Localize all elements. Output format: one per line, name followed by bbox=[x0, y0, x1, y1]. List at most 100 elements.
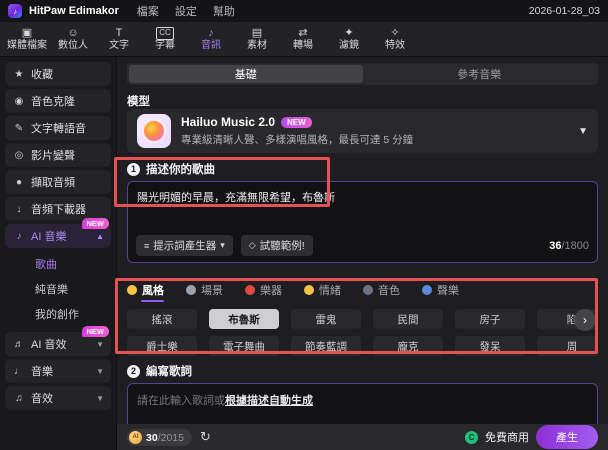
toolbar-digital-human[interactable]: ☺ 數位人 bbox=[52, 22, 94, 56]
toolbar-text[interactable]: T 文字 bbox=[98, 22, 140, 56]
sidebar-item-music[interactable]: ♩ 音樂 ▼ bbox=[5, 359, 111, 383]
step-2-badge: 2 bbox=[127, 364, 140, 378]
tag-blues-selected[interactable]: 布魯斯 bbox=[209, 309, 279, 329]
toolbar-subtitles[interactable]: CC 字幕 bbox=[144, 22, 186, 56]
sidebar-item-favorites[interactable]: ★ 收藏 bbox=[5, 62, 111, 86]
generate-button[interactable]: 產生 bbox=[536, 425, 598, 449]
app-logo-icon: ♪ bbox=[8, 4, 22, 18]
prompt-generator-button[interactable]: ≡ 提示詞產生器 ▾ bbox=[136, 235, 233, 256]
sidebar-item-ai-sfx[interactable]: ♬ AI 音效 ▼ NEW bbox=[5, 326, 111, 356]
tag-tab-emotion[interactable]: 情緒 bbox=[304, 282, 341, 300]
credits-total: /2015 bbox=[157, 432, 184, 444]
toolbar-effects[interactable]: ✧ 特效 bbox=[374, 22, 416, 56]
menu-settings[interactable]: 設定 bbox=[175, 3, 197, 19]
describe-title: 描述你的歌曲 bbox=[146, 164, 215, 176]
lyrics-section-header: 2 編寫歌詞 bbox=[127, 363, 192, 379]
elements-icon: ▤ bbox=[251, 27, 263, 39]
chevron-down-icon: ▼ bbox=[96, 366, 104, 376]
toolbar-filters[interactable]: ✦ 濾鏡 bbox=[328, 22, 370, 56]
tag-tab-style[interactable]: 風格 bbox=[127, 282, 164, 302]
tag-house[interactable]: 房子 bbox=[455, 309, 525, 329]
tag-rnb[interactable]: 節奏藍調 bbox=[291, 336, 361, 356]
tag-category-tabs: 風格 場景 樂器 情緒 音色 聲樂 bbox=[127, 281, 598, 302]
tag-jazz[interactable]: 爵士樂 bbox=[127, 336, 197, 356]
sidebar-item-ai-music[interactable]: ♪ AI 音樂 ▲ NEW bbox=[5, 218, 111, 248]
chevron-down-icon: ▼ bbox=[96, 393, 104, 403]
filter-icon: ✦ bbox=[344, 27, 354, 39]
char-counter: 36/1800 bbox=[549, 239, 589, 252]
commercial-use-icon: C bbox=[465, 430, 478, 444]
step-1-badge: 1 bbox=[127, 162, 140, 176]
timbre-icon bbox=[363, 285, 373, 295]
vocal-icon bbox=[422, 285, 432, 295]
ai-music-panel: 基礎 參考音樂 模型 Hailuo Music 2.0 NEW 專業級清晰人聲、… bbox=[117, 57, 608, 450]
tag-daze[interactable]: 發呆 bbox=[455, 336, 525, 356]
sfx-icon: ♫ bbox=[15, 392, 23, 404]
toolbar-audio[interactable]: ♪ 音訊 bbox=[190, 22, 232, 56]
bell-icon bbox=[127, 285, 137, 295]
main-toolbar: ▣ 媒體檔案 ☺ 數位人 T 文字 CC 字幕 ♪ 音訊 ▤ 素材 ⇄ 轉場 ✦… bbox=[0, 22, 608, 57]
sidebar-item-video-voice-changer[interactable]: ◎ 影片變聲 bbox=[5, 143, 111, 167]
sidebar-item-voice-clone[interactable]: ◉ 音色克隆 bbox=[5, 89, 111, 113]
ai-coin-icon: AI bbox=[129, 430, 142, 444]
tab-basic[interactable]: 基礎 bbox=[129, 65, 363, 83]
credits-remaining: 30 bbox=[146, 432, 158, 444]
tag-reggae[interactable]: 雷鬼 bbox=[291, 309, 361, 329]
tag-tab-instrument[interactable]: 樂器 bbox=[245, 282, 282, 300]
subtitle-icon: CC bbox=[156, 27, 174, 40]
model-description: 專業級清晰人聲、多樣演唱風格，最長可達 5 分鐘 bbox=[181, 134, 414, 146]
tags-scroll-right-button[interactable]: › bbox=[574, 309, 596, 331]
download-icon: ↓ bbox=[16, 203, 22, 215]
menu-file[interactable]: 檔案 bbox=[137, 3, 159, 19]
tag-folk[interactable]: 民間 bbox=[373, 309, 443, 329]
sidebar-item-sfx[interactable]: ♫ 音效 ▼ bbox=[5, 386, 111, 410]
tag-rock[interactable]: 搖滾 bbox=[127, 309, 197, 329]
tag-partial[interactable]: 周 bbox=[537, 336, 598, 356]
credits-pill[interactable]: AI 30/2015 bbox=[127, 428, 192, 446]
lyrics-title: 編寫歌詞 bbox=[146, 366, 192, 378]
model-section-label: 模型 bbox=[127, 96, 150, 108]
text-to-speech-icon: ✎ bbox=[14, 122, 24, 134]
tag-punk[interactable]: 龐克 bbox=[373, 336, 443, 356]
sidebar-item-text-to-speech[interactable]: ✎ 文字轉語音 bbox=[5, 116, 111, 140]
audio-icon: ♪ bbox=[208, 27, 214, 39]
tag-tab-scene[interactable]: 場景 bbox=[186, 282, 223, 300]
collapse-icon: ▲ bbox=[96, 231, 104, 241]
refresh-icon[interactable]: ↻ bbox=[200, 429, 211, 445]
media-icon: ▣ bbox=[21, 27, 33, 39]
song-description-text: 陽光明媚的早晨，充滿無限希望，布魯斯 bbox=[137, 192, 335, 204]
chevron-down-icon: ▼ bbox=[96, 339, 104, 349]
tab-reference-music[interactable]: 參考音樂 bbox=[363, 65, 597, 83]
tag-tab-timbre[interactable]: 音色 bbox=[363, 282, 400, 300]
clapper-icon bbox=[186, 285, 196, 295]
transition-icon: ⇄ bbox=[298, 27, 308, 39]
sidebar-subitem-my-creations[interactable]: 我的創作 bbox=[5, 301, 111, 326]
tag-edm[interactable]: 電子舞曲 bbox=[209, 336, 279, 356]
tag-tab-vocal[interactable]: 聲樂 bbox=[422, 282, 459, 300]
model-name: Hailuo Music 2.0 bbox=[181, 115, 276, 129]
sidebar-item-extract-audio[interactable]: ● 擷取音頻 bbox=[5, 170, 111, 194]
toolbar-elements[interactable]: ▤ 素材 bbox=[236, 22, 278, 56]
new-badge: NEW bbox=[281, 116, 312, 128]
menu-help[interactable]: 幫助 bbox=[213, 3, 235, 19]
new-badge: NEW bbox=[81, 218, 109, 229]
ai-sfx-icon: ♬ bbox=[14, 338, 24, 350]
mode-tabs: 基礎 參考音樂 bbox=[127, 63, 598, 85]
song-description-input[interactable]: 陽光明媚的早晨，充滿無限希望，布魯斯 ≡ 提示詞產生器 ▾ ◇ 試聽範例! 36… bbox=[127, 181, 598, 263]
commercial-use-label: 免費商用 bbox=[485, 432, 529, 444]
tags-panel: 風格 場景 樂器 情緒 音色 聲樂 搖滾 布魯斯 雷鬼 民間 房子 陷 爵士樂 … bbox=[127, 281, 598, 363]
chevron-down-icon: ▼ bbox=[578, 125, 588, 137]
avatar-icon: ☺ bbox=[67, 27, 79, 39]
toolbar-media[interactable]: ▣ 媒體檔案 bbox=[6, 22, 48, 56]
sample-preview-button[interactable]: ◇ 試聽範例! bbox=[240, 235, 313, 256]
toolbar-transitions[interactable]: ⇄ 轉場 bbox=[282, 22, 324, 56]
app-title: HitPaw Edimakor bbox=[29, 5, 119, 17]
lyrics-placeholder: 請在此輸入歌詞或 bbox=[137, 395, 225, 407]
voice-clone-icon: ◉ bbox=[14, 95, 24, 107]
new-badge: NEW bbox=[81, 326, 109, 337]
sidebar-subitem-song[interactable]: 歌曲 bbox=[5, 251, 111, 276]
sidebar-subitem-instrumental[interactable]: 純音樂 bbox=[5, 276, 111, 301]
auto-generate-link[interactable]: 根據描述自動生成 bbox=[225, 395, 313, 407]
tag-buttons-grid: 搖滾 布魯斯 雷鬼 民間 房子 陷 爵士樂 電子舞曲 節奏藍調 龐克 發呆 周 bbox=[127, 309, 598, 363]
model-selector[interactable]: Hailuo Music 2.0 NEW 專業級清晰人聲、多樣演唱風格，最長可達… bbox=[127, 109, 598, 153]
